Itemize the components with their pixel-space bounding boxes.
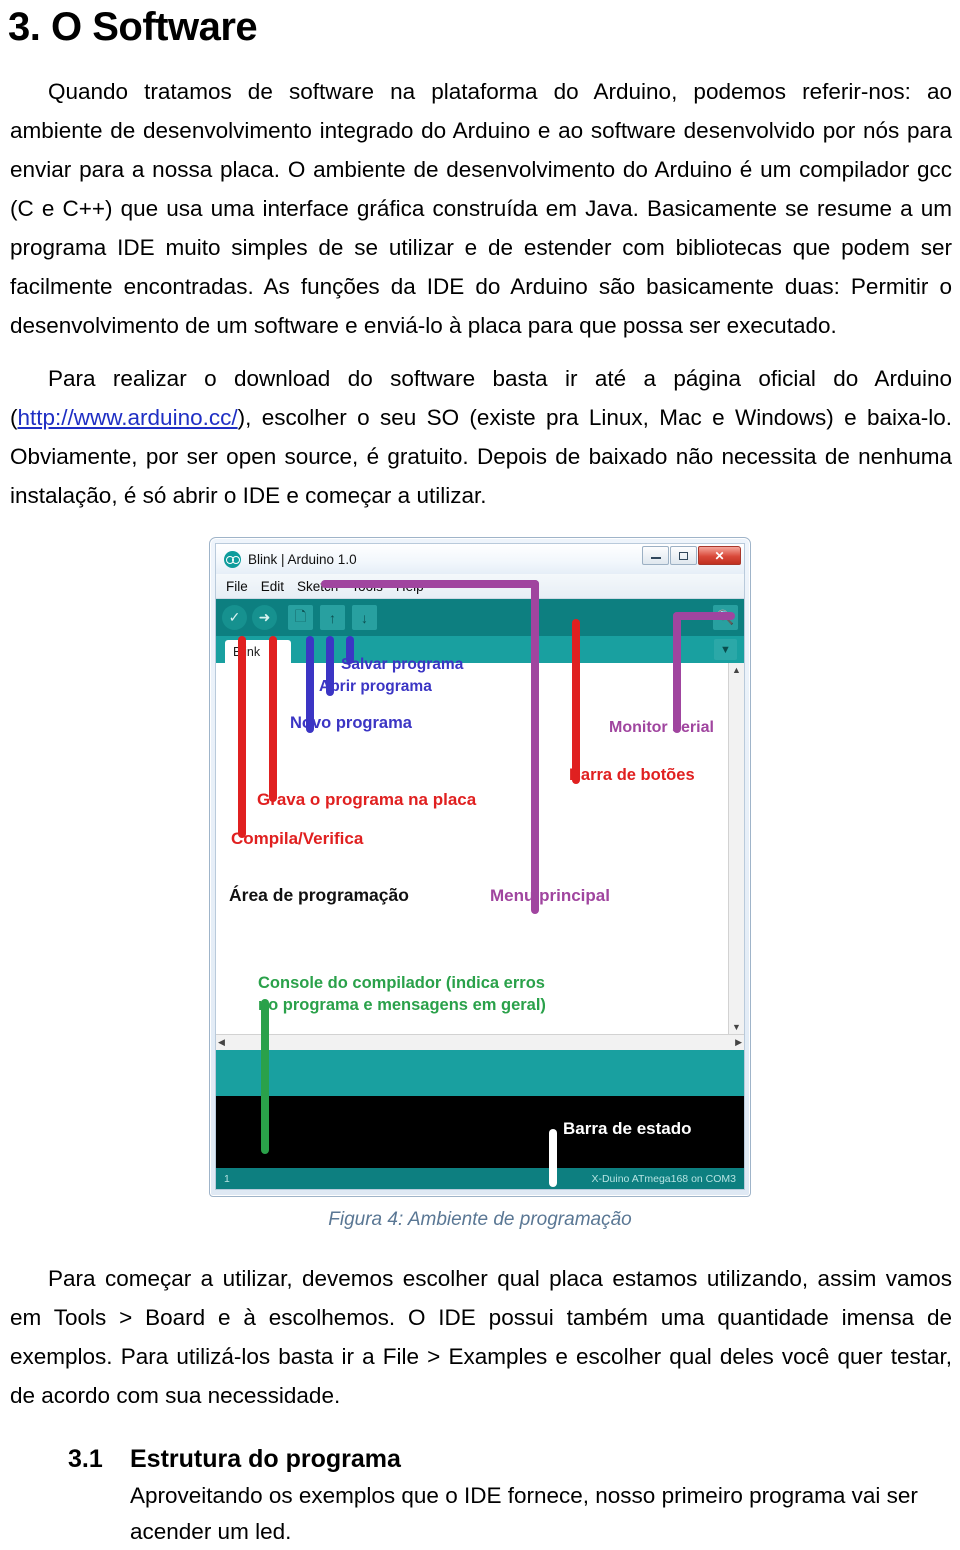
scroll-right-icon[interactable]: ▶	[735, 1037, 742, 1048]
upload-button-icon[interactable]: ➜	[252, 605, 277, 630]
figure-caption: Figura 4: Ambiente de programação	[328, 1209, 632, 1230]
ide-code-canvas[interactable]	[216, 663, 728, 1034]
status-line-number: 1	[224, 1172, 230, 1185]
paragraph-download: Para realizar o download do software bas…	[10, 359, 952, 515]
window-controls: ✕	[642, 546, 741, 565]
paragraph-getting-started: Para começar a utilizar, devemos escolhe…	[10, 1266, 952, 1408]
verify-button-icon[interactable]: ✓	[222, 605, 247, 630]
ide-status-bar: 1 X-Duino ATmega168 on COM3	[216, 1168, 744, 1189]
ide-message-area	[216, 1050, 744, 1096]
menu-item-sketch[interactable]: Sketch	[297, 579, 338, 594]
paragraph-intro: Quando tratamos de software na plataform…	[10, 79, 952, 338]
ide-console-output	[216, 1096, 744, 1168]
scroll-left-icon[interactable]: ◀	[218, 1037, 225, 1048]
serial-monitor-button-icon[interactable]: 🔍	[713, 605, 738, 630]
ide-editor-area[interactable]: ▲ ▼	[216, 663, 744, 1034]
arduino-ide-window: Blink | Arduino 1.0 ✕ File Edit Sketch T…	[209, 537, 751, 1197]
save-sketch-button-icon[interactable]: ↓	[352, 605, 377, 630]
subsection-body: Aproveitando os exemplos que o IDE forne…	[130, 1483, 918, 1544]
scroll-down-icon[interactable]: ▼	[732, 1022, 741, 1032]
sketch-tab-blink[interactable]: Blink	[225, 640, 291, 663]
menu-item-edit[interactable]: Edit	[261, 579, 284, 594]
document-page: 3. O Software Quando tratamos de softwar…	[0, 5, 960, 1544]
close-icon[interactable]: ✕	[698, 546, 741, 565]
minimize-icon[interactable]	[642, 546, 669, 565]
editor-vertical-scrollbar[interactable]: ▲ ▼	[728, 663, 744, 1034]
menu-item-file[interactable]: File	[226, 579, 248, 594]
open-sketch-button-icon[interactable]: ↑	[320, 605, 345, 630]
chevron-down-icon[interactable]: ▼	[714, 639, 737, 660]
new-sketch-button-icon[interactable]: 🗋	[288, 605, 313, 630]
arduino-infinity-logo-icon	[224, 550, 241, 568]
scroll-up-icon[interactable]: ▲	[732, 665, 741, 675]
ide-tab-bar: Blink ▼	[216, 636, 744, 663]
subsection-heading: 3.1 Estrutura do programa	[68, 1445, 960, 1474]
menu-item-tools[interactable]: Tools	[351, 579, 383, 594]
arduino-ide-content: Blink | Arduino 1.0 ✕ File Edit Sketch T…	[215, 543, 745, 1190]
subsection-title: Estrutura do programa	[130, 1445, 401, 1473]
editor-horizontal-scrollbar[interactable]: ◀ ▶	[216, 1034, 744, 1050]
page-title: 3. O Software	[8, 5, 258, 49]
ide-toolbar: ✓ ➜ 🗋 ↑ ↓ 🔍	[216, 599, 744, 636]
ide-menu-bar: File Edit Sketch Tools Help	[216, 574, 744, 599]
menu-item-help[interactable]: Help	[396, 579, 424, 594]
status-board-info: X-Duino ATmega168 on COM3	[591, 1172, 736, 1185]
maximize-icon[interactable]	[670, 546, 697, 565]
ide-window-title: Blink | Arduino 1.0	[248, 551, 357, 567]
subsection-number: 3.1	[68, 1445, 103, 1473]
arduino-website-link[interactable]: http://www.arduino.cc/	[18, 405, 238, 430]
figure-arduino-ide: Blink | Arduino 1.0 ✕ File Edit Sketch T…	[0, 537, 960, 1197]
ide-title-bar: Blink | Arduino 1.0 ✕	[216, 544, 744, 574]
